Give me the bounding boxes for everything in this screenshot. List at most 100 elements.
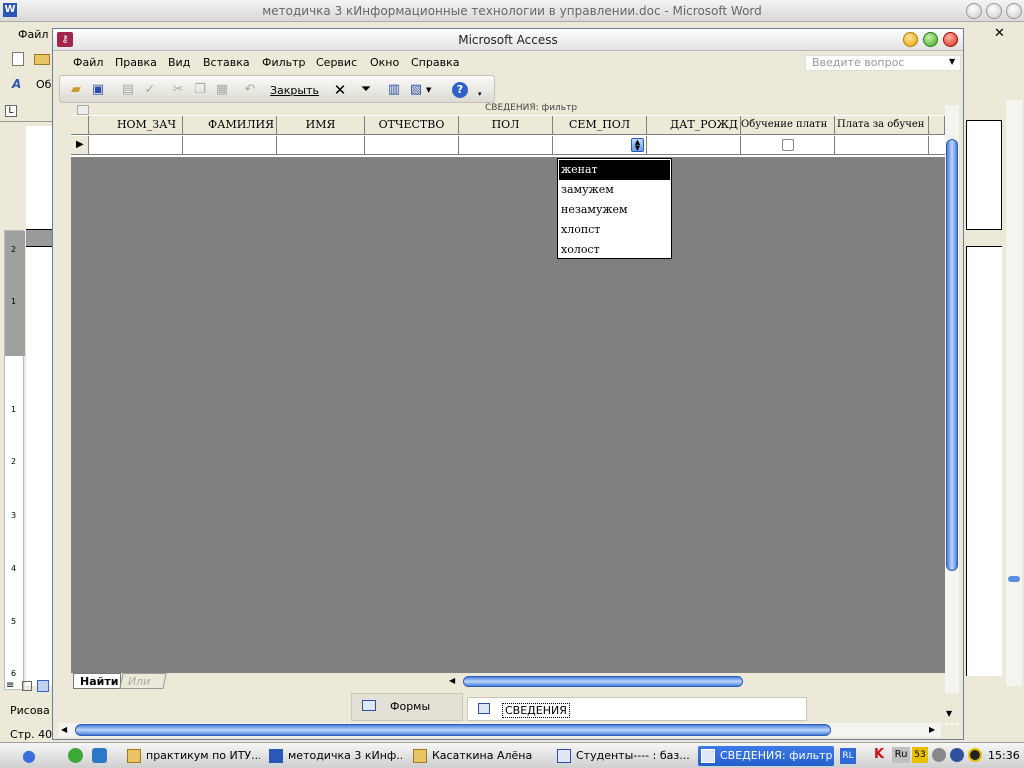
scroll-left-icon[interactable]: ◀ — [449, 676, 455, 685]
column-header[interactable]: ИМЯ — [277, 116, 365, 135]
close-button[interactable] — [943, 32, 958, 47]
filter-cell[interactable] — [647, 136, 741, 155]
task-item[interactable]: Касаткина Алёна — [410, 746, 546, 766]
scroll-left-icon[interactable]: ◀ — [61, 725, 67, 734]
apply-filter-icon[interactable]: ⏷ — [358, 82, 374, 98]
column-header[interactable]: СЕМ_ПОЛ — [553, 116, 647, 135]
column-header[interactable]: Обучение платн — [741, 116, 835, 135]
scroll-down-icon[interactable]: ▼ — [946, 709, 952, 718]
dropdown-arrow-icon[interactable]: ▲ ▼ — [631, 138, 644, 152]
start-logo-icon[interactable]: ● — [22, 746, 36, 765]
menu-window[interactable]: Окно — [370, 56, 399, 69]
menu-insert[interactable]: Вставка — [203, 56, 250, 69]
language-indicator[interactable]: RL — [840, 748, 856, 764]
clear-grid-icon[interactable]: ✕ — [332, 82, 348, 98]
dropdown-option[interactable]: незамужем — [559, 200, 670, 220]
tray-icon[interactable] — [950, 748, 964, 762]
column-header[interactable]: ПОЛ — [459, 116, 553, 135]
paste-icon[interactable]: ▦ — [214, 82, 230, 98]
quicklaunch-icon[interactable] — [92, 748, 107, 763]
word-minimize-button[interactable] — [966, 3, 982, 19]
dropdown-option-selected[interactable]: женат — [559, 160, 670, 180]
filter-cell[interactable] — [741, 136, 835, 155]
database-window-icon[interactable]: ▥ — [386, 82, 402, 98]
close-filter-button[interactable]: Закрыть — [270, 84, 319, 97]
quicklaunch-icon[interactable] — [68, 748, 83, 763]
scroll-right-icon[interactable]: ▶ — [929, 725, 935, 734]
spelling-icon[interactable]: ✓ — [142, 82, 158, 98]
tray-badge[interactable]: 53 — [912, 747, 928, 763]
toolbar-options-icon[interactable]: ▾ — [478, 90, 482, 98]
filter-cell[interactable] — [835, 136, 929, 155]
horizontal-scroll-thumb[interactable] — [75, 724, 831, 736]
new-object-dropdown-icon[interactable]: ▼ — [426, 86, 431, 94]
menu-help[interactable]: Справка — [411, 56, 459, 69]
word-close-button[interactable] — [1006, 3, 1022, 19]
filter-cell-sem-pol[interactable]: ▲ ▼ — [553, 136, 647, 155]
vertical-scroll-thumb[interactable] — [946, 139, 958, 571]
column-header[interactable]: ОТЧЕСТВО — [365, 116, 459, 135]
normal-view-icon[interactable]: ≡ — [6, 680, 14, 691]
scroll-thumb[interactable] — [1008, 576, 1020, 582]
grid-corner[interactable] — [71, 116, 89, 135]
style-box[interactable]: Об — [36, 78, 51, 91]
checkbox[interactable] — [782, 139, 794, 151]
dropdown-option[interactable]: холост — [559, 240, 670, 260]
word-vertical-scrollbar[interactable] — [1006, 100, 1022, 686]
task-item[interactable]: методичка 3 кИнф... — [266, 746, 402, 766]
tab-find[interactable]: Найти — [73, 673, 121, 689]
tray-icon[interactable] — [932, 748, 946, 762]
filter-cell[interactable] — [183, 136, 277, 155]
antivirus-icon[interactable]: K — [874, 747, 884, 762]
maximize-button[interactable] — [923, 32, 938, 47]
style-icon[interactable]: A — [12, 77, 21, 91]
ask-question-box[interactable]: Введите вопрос — [805, 55, 961, 71]
print-view-icon[interactable] — [37, 680, 49, 692]
dropdown-option[interactable]: хлопст — [559, 220, 670, 240]
filter-cell[interactable] — [459, 136, 553, 155]
task-item-active[interactable]: СВЕДЕНИЯ: фильтр — [698, 746, 834, 766]
tab-forms[interactable]: Формы — [351, 693, 463, 721]
horizontal-scroll-thumb[interactable] — [463, 676, 743, 687]
menu-view[interactable]: Вид — [168, 56, 190, 69]
word-menu-file[interactable]: Файл — [18, 28, 48, 41]
keyboard-layout[interactable]: Ru — [892, 747, 910, 763]
tab-svedeniya[interactable]: СВЕДЕНИЯ — [467, 697, 807, 721]
save-icon[interactable]: ▣ — [90, 82, 106, 98]
word-close-doc-icon[interactable]: ✕ — [994, 26, 1005, 41]
column-header[interactable]: НОМ_ЗАЧ — [89, 116, 183, 135]
dropdown-option[interactable]: замужем — [559, 180, 670, 200]
task-item[interactable]: практикум по ИТУ... — [124, 746, 260, 766]
menu-filter[interactable]: Фильтр — [262, 56, 306, 69]
new-object-icon[interactable]: ▧ — [408, 82, 424, 98]
new-document-icon[interactable] — [12, 52, 24, 66]
copy-icon[interactable]: ❐ — [192, 82, 208, 98]
column-header[interactable]: Плата за обучен — [835, 116, 929, 135]
task-item[interactable]: Студенты---- : баз... — [554, 746, 690, 766]
column-header[interactable]: ФАМИЛИЯ — [183, 116, 277, 135]
print-icon[interactable]: ▤ — [120, 82, 136, 98]
ask-dropdown-icon[interactable]: ▼ — [949, 57, 955, 66]
help-icon[interactable]: ? — [452, 82, 468, 98]
filter-cell[interactable] — [277, 136, 365, 155]
tab-or[interactable]: Или — [119, 673, 167, 689]
column-header[interactable]: ДАТ_РОЖД — [647, 116, 741, 135]
tray-icon[interactable] — [968, 748, 982, 762]
undo-icon[interactable]: ↶ — [242, 82, 258, 98]
filter-cell[interactable] — [89, 136, 183, 155]
draw-menu[interactable]: Рисова — [10, 704, 50, 717]
open-icon[interactable]: ▰ — [68, 82, 84, 98]
filter-cell[interactable] — [365, 136, 459, 155]
cut-icon[interactable]: ✂ — [170, 82, 186, 98]
web-view-icon[interactable] — [22, 681, 32, 691]
datasheet-vertical-scrollbar[interactable]: ▼ — [945, 105, 959, 725]
access-horizontal-scrollbar[interactable]: ◀ ▶ — [59, 723, 941, 737]
word-maximize-button[interactable] — [986, 3, 1002, 19]
menu-tools[interactable]: Сервис — [316, 56, 357, 69]
menu-file[interactable]: Файл — [73, 56, 103, 69]
record-selector[interactable]: ▶ — [71, 136, 89, 155]
minimize-button[interactable] — [903, 32, 918, 47]
menu-edit[interactable]: Правка — [115, 56, 157, 69]
open-folder-icon[interactable] — [34, 54, 50, 65]
tab-stop-icon[interactable]: L — [5, 105, 17, 117]
